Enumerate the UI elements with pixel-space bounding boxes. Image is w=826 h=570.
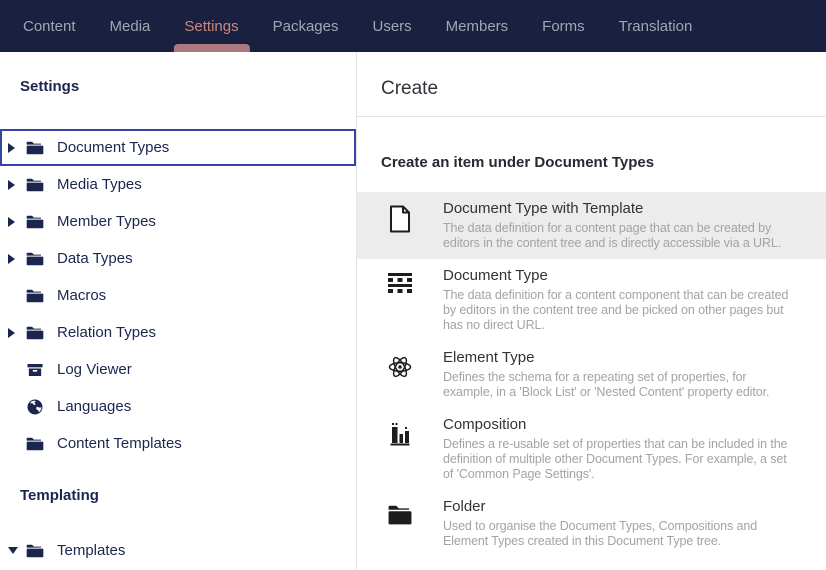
folder-icon — [25, 249, 45, 269]
nav-item-label: Settings — [184, 17, 239, 35]
caret-right-icon[interactable] — [8, 216, 25, 227]
sidebar-section-title-templating: Templating — [20, 487, 99, 504]
nav-item-label: Translation — [618, 17, 693, 35]
create-subtitle: Create an item under Document Types — [381, 154, 655, 171]
create-option-text: Document Type with Template The data defi… — [443, 200, 796, 251]
caret-right-icon[interactable] — [8, 179, 25, 190]
item-arrangement-icon — [377, 272, 423, 294]
main-area: Settings Document Types Media Types Member… — [0, 52, 826, 570]
sidebar-item-data-types[interactable]: Data Types — [0, 240, 356, 277]
sidebar-item-label: Content Templates — [57, 435, 182, 452]
sidebar-item-label: Member Types — [57, 213, 156, 230]
create-option-document-type-with-template[interactable]: Document Type with Template The data defi… — [357, 192, 826, 259]
sidebar-item-templates[interactable]: Templates — [0, 532, 356, 569]
sidebar-item-log-viewer[interactable]: Log Viewer — [0, 351, 356, 388]
folder-black-icon — [377, 503, 423, 527]
create-option-description: Used to organise the Document Types, Com… — [443, 519, 758, 548]
sidebar-item-content-templates[interactable]: Content Templates — [0, 425, 356, 462]
nav-item-label: Packages — [272, 17, 339, 35]
folder-icon — [25, 138, 45, 158]
sidebar-item-languages[interactable]: Languages — [0, 388, 356, 425]
caret-right-icon[interactable] — [8, 142, 25, 153]
sidebar-item-document-types[interactable]: Document Types — [0, 129, 356, 166]
nav-item-settings[interactable]: Settings — [173, 0, 250, 52]
create-option-element-type[interactable]: Element Type Defines the schema for a rep… — [357, 341, 826, 408]
sidebar-item-media-types[interactable]: Media Types — [0, 166, 356, 203]
nav-item-translation[interactable]: Translation — [619, 0, 693, 52]
globe-icon — [25, 397, 45, 417]
caret-right-icon[interactable] — [8, 253, 25, 264]
nav-item-content[interactable]: Content — [23, 0, 76, 52]
buildings-icon — [377, 421, 423, 447]
folder-icon — [25, 323, 45, 343]
nav-item-label: Members — [445, 17, 509, 35]
nav-item-media[interactable]: Media — [110, 0, 151, 52]
create-option-description: The data definition for a content compon… — [443, 288, 789, 332]
nav-item-label: Media — [109, 17, 151, 35]
sidebar-section-title: Settings — [20, 78, 80, 95]
nav-item-users[interactable]: Users — [372, 0, 411, 52]
nav-item-forms[interactable]: Forms — [542, 0, 585, 52]
create-option-title: Composition — [443, 416, 527, 433]
create-option-composition[interactable]: Composition Defines a re-usable set of pr… — [357, 408, 826, 490]
nav-item-label: Forms — [542, 17, 585, 35]
sidebar-item-label: Log Viewer — [57, 361, 132, 378]
sidebar-item-macros[interactable]: Macros — [0, 277, 356, 314]
create-option-title: Element Type — [443, 349, 535, 366]
create-option-description: The data definition for a content page t… — [443, 221, 782, 250]
create-option-text: Document Type The data definition for a c… — [443, 267, 796, 333]
create-options-list: Document Type with Template The data defi… — [357, 192, 826, 557]
folder-icon — [25, 541, 45, 561]
sidebar: Settings Document Types Media Types Member… — [0, 52, 357, 570]
folder-icon — [25, 434, 45, 454]
folder-icon — [25, 175, 45, 195]
create-option-title: Document Type with Template — [443, 200, 644, 217]
create-option-description: Defines a re-usable set of properties th… — [443, 437, 788, 481]
create-option-document-type[interactable]: Document Type The data definition for a c… — [357, 259, 826, 341]
caret-right-icon[interactable] — [8, 327, 25, 338]
sidebar-item-label: Document Types — [57, 139, 170, 156]
folder-icon — [25, 212, 45, 232]
nav-item-packages[interactable]: Packages — [273, 0, 339, 52]
nav-item-label: Content — [23, 17, 76, 35]
sidebar-item-member-types[interactable]: Member Types — [0, 203, 356, 240]
page-title: Create — [357, 52, 826, 117]
nav-item-label: Users — [372, 17, 412, 35]
sidebar-item-label: Macros — [57, 287, 107, 304]
sidebar-item-label: Relation Types — [57, 324, 156, 341]
sidebar-item-label: Media Types — [57, 176, 142, 193]
top-nav: Content Media Settings Packages Users Members… — [0, 0, 826, 52]
active-tab-underline — [173, 44, 250, 52]
caret-down-icon[interactable] — [8, 547, 25, 554]
create-option-description: Defines the schema for a repeating set o… — [443, 370, 770, 399]
box-icon — [25, 360, 45, 380]
create-option-title: Folder — [443, 498, 486, 515]
create-option-folder[interactable]: Folder Used to organise the Document Type… — [357, 490, 826, 557]
sidebar-item-label: Data Types — [57, 250, 133, 267]
atom-icon — [377, 354, 423, 380]
sidebar-item-label: Languages — [57, 398, 132, 415]
create-option-text: Folder Used to organise the Document Type… — [443, 498, 796, 549]
sidebar-tree: Document Types Media Types Member Types Dat… — [0, 129, 356, 462]
nav-item-members[interactable]: Members — [446, 0, 509, 52]
panel-body: Create an item under Document Types Docu… — [357, 117, 826, 557]
sidebar-item-relation-types[interactable]: Relation Types — [0, 314, 356, 351]
content-panel: Create Create an item under Document Typ… — [357, 52, 826, 570]
sidebar-tree-templating: Templates — [0, 532, 356, 569]
create-option-title: Document Type — [443, 267, 548, 284]
document-icon — [377, 205, 423, 233]
sidebar-item-label: Templates — [57, 542, 126, 559]
create-option-text: Composition Defines a re-usable set of pr… — [443, 416, 796, 482]
folder-icon — [25, 286, 45, 306]
create-option-text: Element Type Defines the schema for a rep… — [443, 349, 796, 400]
